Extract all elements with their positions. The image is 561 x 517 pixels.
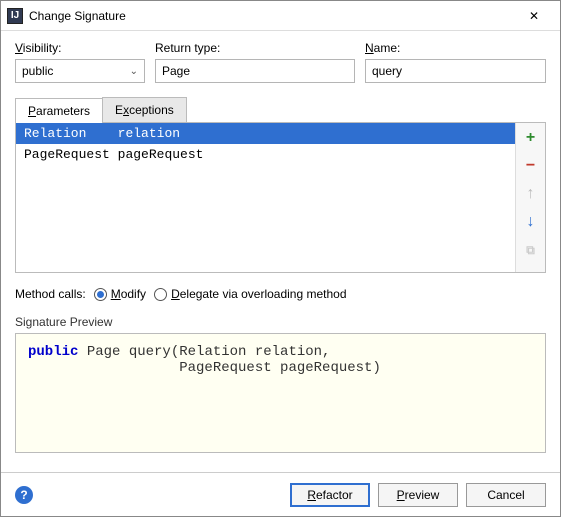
parameter-row[interactable]: Relation relation bbox=[16, 123, 515, 144]
method-calls-row: Method calls: Modify Delegate via overlo… bbox=[15, 287, 546, 301]
visibility-block: Visibility: public ⌄ bbox=[15, 41, 145, 83]
parameter-list[interactable]: Relation relation PageRequest pageReques… bbox=[16, 123, 515, 272]
titlebar: IJ Change Signature ✕ bbox=[1, 1, 560, 31]
radio-modify-label: Modify bbox=[111, 287, 146, 301]
window-title: Change Signature bbox=[29, 9, 514, 23]
parameters-panel: Relation relation PageRequest pageReques… bbox=[15, 123, 546, 273]
move-down-button[interactable]: ↓ bbox=[522, 213, 540, 231]
tab-parameters[interactable]: Parameters bbox=[15, 98, 103, 123]
parameter-toolbar: + − ↑ ↓ ⧉ bbox=[515, 123, 545, 272]
signature-preview-label: Signature Preview bbox=[15, 315, 546, 329]
keyword: public bbox=[28, 344, 78, 360]
name-block: Name: query bbox=[365, 41, 546, 83]
footer: ? Refactor Preview Cancel bbox=[1, 472, 560, 516]
arrow-up-icon: ↑ bbox=[527, 185, 535, 203]
add-parameter-button[interactable]: + bbox=[522, 129, 540, 147]
name-input[interactable]: query bbox=[365, 59, 546, 83]
app-icon: IJ bbox=[7, 8, 23, 24]
visibility-value: public bbox=[22, 64, 53, 78]
visibility-select[interactable]: public ⌄ bbox=[15, 59, 145, 83]
return-type-value: Page bbox=[162, 64, 190, 78]
return-type-input[interactable]: Page bbox=[155, 59, 355, 83]
tabs: Parameters Exceptions bbox=[15, 97, 546, 123]
radio-icon bbox=[154, 288, 167, 301]
signature-preview: public Page query(Relation relation, Pag… bbox=[15, 333, 546, 453]
dialog-window: IJ Change Signature ✕ Visibility: public… bbox=[0, 0, 561, 517]
radio-delegate[interactable]: Delegate via overloading method bbox=[154, 287, 346, 301]
remove-parameter-button[interactable]: − bbox=[522, 157, 540, 175]
chevron-down-icon: ⌄ bbox=[130, 66, 138, 77]
radio-delegate-label: Delegate via overloading method bbox=[171, 287, 346, 301]
move-up-button[interactable]: ↑ bbox=[522, 185, 540, 203]
help-button[interactable]: ? bbox=[15, 486, 33, 504]
return-type-label: Return type: bbox=[155, 41, 355, 55]
visibility-label: Visibility: bbox=[15, 41, 145, 55]
propagate-icon: ⧉ bbox=[526, 243, 535, 258]
name-label: Name: bbox=[365, 41, 546, 55]
method-calls-label: Method calls: bbox=[15, 287, 86, 301]
return-type-block: Return type: Page bbox=[155, 41, 355, 83]
cancel-button[interactable]: Cancel bbox=[466, 483, 546, 507]
preview-button[interactable]: Preview bbox=[378, 483, 458, 507]
name-value: query bbox=[372, 64, 402, 78]
arrow-down-icon: ↓ bbox=[527, 213, 535, 231]
radio-modify[interactable]: Modify bbox=[94, 287, 146, 301]
close-icon: ✕ bbox=[529, 9, 539, 23]
minus-icon: − bbox=[526, 157, 535, 175]
content-area: Visibility: public ⌄ Return type: Page N… bbox=[1, 31, 560, 472]
plus-icon: + bbox=[526, 129, 535, 147]
parameter-row[interactable]: PageRequest pageRequest bbox=[16, 144, 515, 165]
tab-exceptions[interactable]: Exceptions bbox=[102, 97, 187, 122]
radio-icon bbox=[94, 288, 107, 301]
close-button[interactable]: ✕ bbox=[514, 2, 554, 30]
help-icon: ? bbox=[20, 488, 27, 502]
propagate-button[interactable]: ⧉ bbox=[522, 241, 540, 259]
refactor-button[interactable]: Refactor bbox=[290, 483, 370, 507]
top-fields-row: Visibility: public ⌄ Return type: Page N… bbox=[15, 41, 546, 83]
